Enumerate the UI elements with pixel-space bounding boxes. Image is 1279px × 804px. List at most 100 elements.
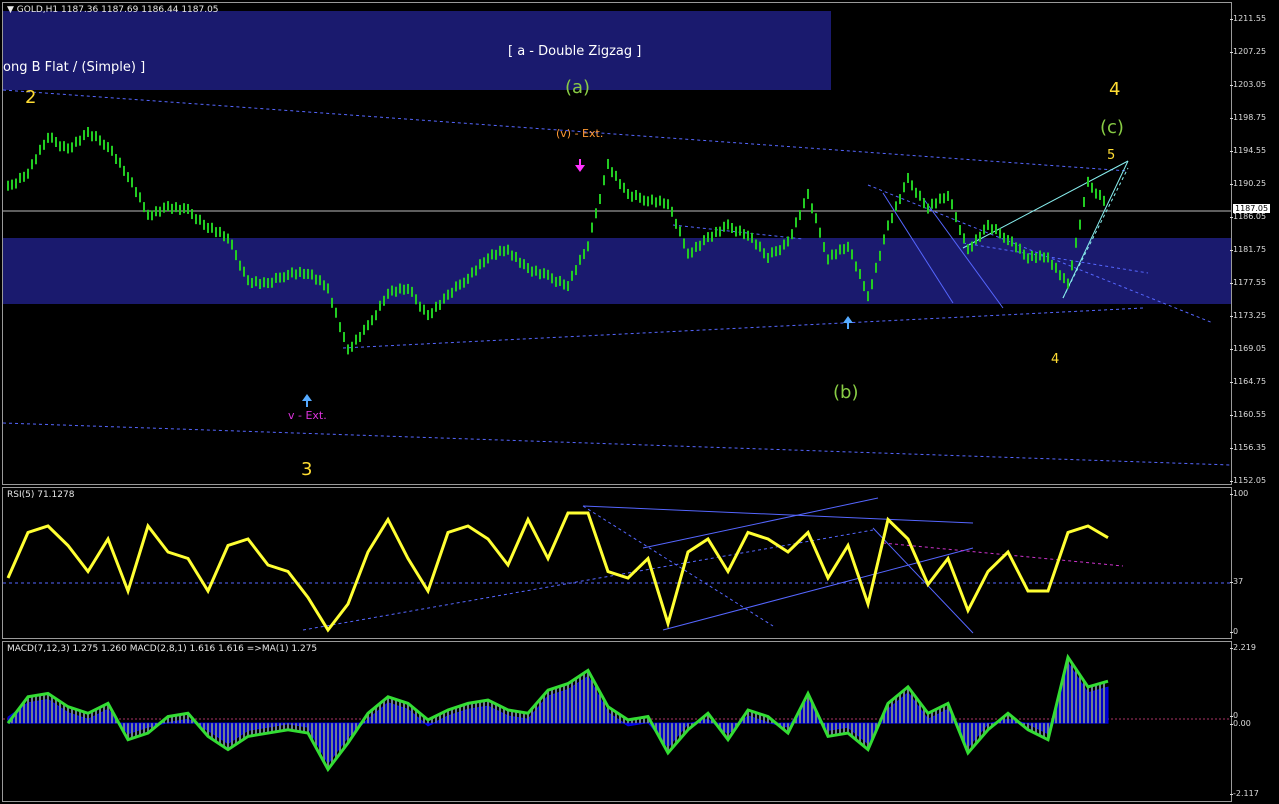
up-arrow-icon	[302, 394, 312, 407]
macd-histogram-bar	[63, 704, 65, 724]
rsi-tick: 37	[1229, 577, 1244, 586]
macd-histogram-bar	[943, 705, 945, 724]
rsi-line	[6, 511, 1109, 633]
macd-histogram-bar	[71, 708, 73, 724]
macd-histogram-bar	[1067, 657, 1069, 724]
macd-histogram-bar	[51, 696, 53, 724]
macd-histogram-bar	[571, 680, 573, 724]
open-value: 1187.36	[61, 5, 99, 15]
macd-histogram-bar	[343, 723, 345, 749]
macd-histogram-bar	[379, 703, 381, 724]
wave-label-4-small: 4	[1051, 352, 1059, 367]
macd-histogram-bar	[79, 710, 81, 724]
macd-histogram-bar	[1071, 663, 1073, 724]
macd-panel[interactable]: MACD(7,12,3) 1.275 1.260 MACD(2,8,1) 1.6…	[2, 641, 1232, 802]
price-tick: 1173.25	[1229, 311, 1267, 320]
rsi-axis: 100 37 0	[1229, 487, 1279, 639]
macd-histogram-bar	[223, 723, 225, 747]
macd-histogram-bar	[583, 673, 585, 724]
macd-histogram-bar	[27, 696, 29, 724]
macd-histogram-bar	[391, 698, 393, 724]
macd-histogram-bar	[255, 723, 257, 736]
macd-histogram-bar	[455, 707, 457, 724]
macd-histogram-bar	[547, 690, 549, 724]
macd-histogram-bar	[75, 709, 77, 724]
down-arrow-icon	[575, 159, 585, 172]
macd-histogram-bar	[507, 709, 509, 724]
rsi-trend-1	[302, 529, 874, 631]
rsi-panel[interactable]: RSI(5) 71.1278	[2, 487, 1232, 639]
macd-histogram-bar	[59, 701, 61, 724]
macd-histogram-bar	[471, 702, 473, 724]
price-chart-svg: 2 3 4 (c) (a) (b) 5 4 v - Ext. (v) - Ext…	[3, 11, 1231, 480]
rsi-trend-3	[642, 497, 879, 549]
macd-histogram-bar	[243, 723, 245, 740]
trendline-mid	[342, 307, 1144, 349]
macd-histogram-bar	[555, 687, 557, 724]
macd-histogram-bar	[211, 723, 213, 740]
macd-histogram-bar	[567, 683, 569, 724]
macd-histogram-bar	[939, 707, 941, 724]
rsi-tick: 100	[1229, 489, 1249, 498]
macd-histogram-bar	[399, 700, 401, 724]
macd-histogram-bar	[247, 723, 249, 737]
price-tick: 1160.55	[1229, 410, 1267, 419]
chevron-down-icon[interactable]: ▼	[7, 5, 14, 15]
macd-label: MACD(7,12,3) 1.275 1.260 MACD(2,8,1) 1.6…	[7, 644, 318, 654]
macd-histogram-bar	[219, 723, 221, 745]
price-tick: 1164.75	[1229, 377, 1267, 386]
macd-histogram-bar	[103, 705, 105, 724]
macd-histogram-bar	[215, 723, 217, 742]
macd-histogram-bar	[1083, 680, 1085, 724]
price-tick: 1156.35	[1229, 443, 1267, 452]
price-tick: 1177.55	[1229, 278, 1267, 287]
rsi-label: RSI(5) 71.1278	[7, 490, 75, 500]
macd-histogram-bar	[831, 723, 833, 736]
arrow-label-v-ext-c: (v) - Ext.	[556, 127, 603, 140]
macd-tick: 2.219	[1230, 643, 1256, 652]
macd-histogram-bar	[607, 706, 609, 724]
macd-histogram-bar	[383, 700, 385, 724]
close-value: 1187.05	[181, 5, 219, 15]
arrow-label-v-ext: v - Ext.	[288, 409, 327, 422]
macd-histogram-bar	[835, 723, 837, 736]
trendline-flat	[672, 224, 804, 240]
macd-histogram-bar	[495, 704, 497, 724]
low-value: 1186.44	[141, 5, 179, 15]
current-price-tag: 1187.05	[1233, 204, 1271, 213]
macd-axis: 2.219 0 0.00 -2.117	[1229, 641, 1279, 802]
macd-histogram-bar	[487, 700, 489, 724]
macd-histogram-bar	[251, 723, 253, 736]
macd-histogram-bar	[511, 710, 513, 724]
macd-histogram-bar	[499, 706, 501, 724]
wave-label-3: 3	[301, 459, 312, 480]
macd-histogram-bar	[131, 723, 133, 739]
price-tick: 1198.75	[1229, 113, 1267, 122]
banner-text-center: [ a - Double Zigzag ]	[508, 44, 641, 59]
symbol-label: GOLD,H1	[16, 5, 59, 15]
wave-label-5: 5	[1107, 148, 1115, 163]
price-tick: 1152.05	[1229, 476, 1267, 485]
up-arrow-icon	[843, 316, 853, 329]
macd-histogram-bar	[335, 723, 337, 759]
macd-histogram-bar	[407, 703, 409, 724]
macd-histogram-bar	[139, 723, 141, 736]
banner-text-left: ong B Flat / (Simple) ]	[3, 60, 145, 75]
trendline-lower	[3, 422, 1231, 466]
wave-label-c-big: (c)	[1100, 117, 1124, 138]
price-chart-panel[interactable]: 2 3 4 (c) (a) (b) 5 4 v - Ext. (v) - Ext…	[2, 2, 1232, 485]
macd-svg	[3, 653, 1231, 773]
macd-histogram-bar	[479, 701, 481, 724]
price-tick: 1186.05	[1229, 212, 1267, 221]
macd-histogram-bar	[903, 690, 905, 724]
macd-histogram-bar	[1087, 686, 1089, 724]
macd-histogram-bar	[99, 707, 101, 724]
macd-histogram-bar	[227, 723, 229, 750]
macd-histogram-bar	[863, 723, 865, 747]
macd-histogram-bar	[591, 677, 593, 724]
macd-histogram-bar	[327, 723, 329, 770]
macd-histogram-bar	[587, 670, 589, 724]
rsi-trend-4	[662, 547, 974, 631]
macd-histogram-bar	[503, 708, 505, 724]
macd-histogram-bar	[859, 723, 861, 743]
